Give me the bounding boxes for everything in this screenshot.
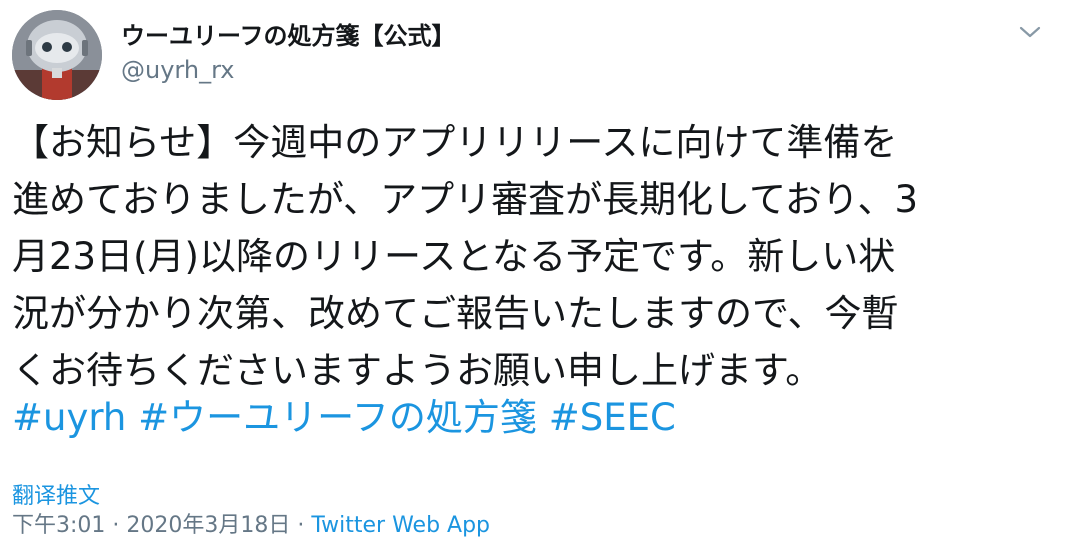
tweet-text: 【お知らせ】今週中のアプリリリースに向けて準備を 進めておりましたが、アプリ審査… bbox=[12, 114, 1062, 399]
hashtag-link-uyrh[interactable]: #uyrh bbox=[12, 396, 126, 439]
hashtag-link-uyrh-title[interactable]: #ウーユリーフの処方箋 bbox=[138, 396, 537, 439]
avatar[interactable] bbox=[12, 10, 102, 100]
hashtag-link-seec[interactable]: #SEEC bbox=[549, 396, 676, 439]
robot-avatar-icon bbox=[12, 10, 102, 100]
chevron-down-icon bbox=[1019, 26, 1041, 38]
tweet-text-line: 進めておりましたが、アプリ審査が長期化しており、3 bbox=[12, 178, 918, 221]
tweet-card: ウーユリーフの処方箋【公式】 @uyrh_rx 【お知らせ】今週中のアプリリリー… bbox=[0, 0, 1080, 538]
author-handle[interactable]: @uyrh_rx bbox=[121, 56, 235, 84]
tweet-meta: 下午3:01 · 2020年3月18日 · Twitter Web App bbox=[12, 507, 490, 539]
author-display-name[interactable]: ウーユリーフの処方箋【公式】 bbox=[121, 16, 456, 51]
hashtag-row: #uyrh #ウーユリーフの処方箋 #SEEC bbox=[12, 389, 676, 446]
tweet-menu-button[interactable] bbox=[1012, 14, 1048, 50]
translate-tweet-link[interactable]: 翻译推文 bbox=[12, 478, 100, 510]
tweet-text-line: 況が分かり次第、改めてご報告いたしますので、今暫 bbox=[12, 292, 899, 335]
tweet-text-line: 月23日(月)以降のリリースとなる予定です。新しい状 bbox=[12, 235, 896, 278]
tweet-text-line: 【お知らせ】今週中のアプリリリースに向けて準備を bbox=[12, 121, 898, 164]
